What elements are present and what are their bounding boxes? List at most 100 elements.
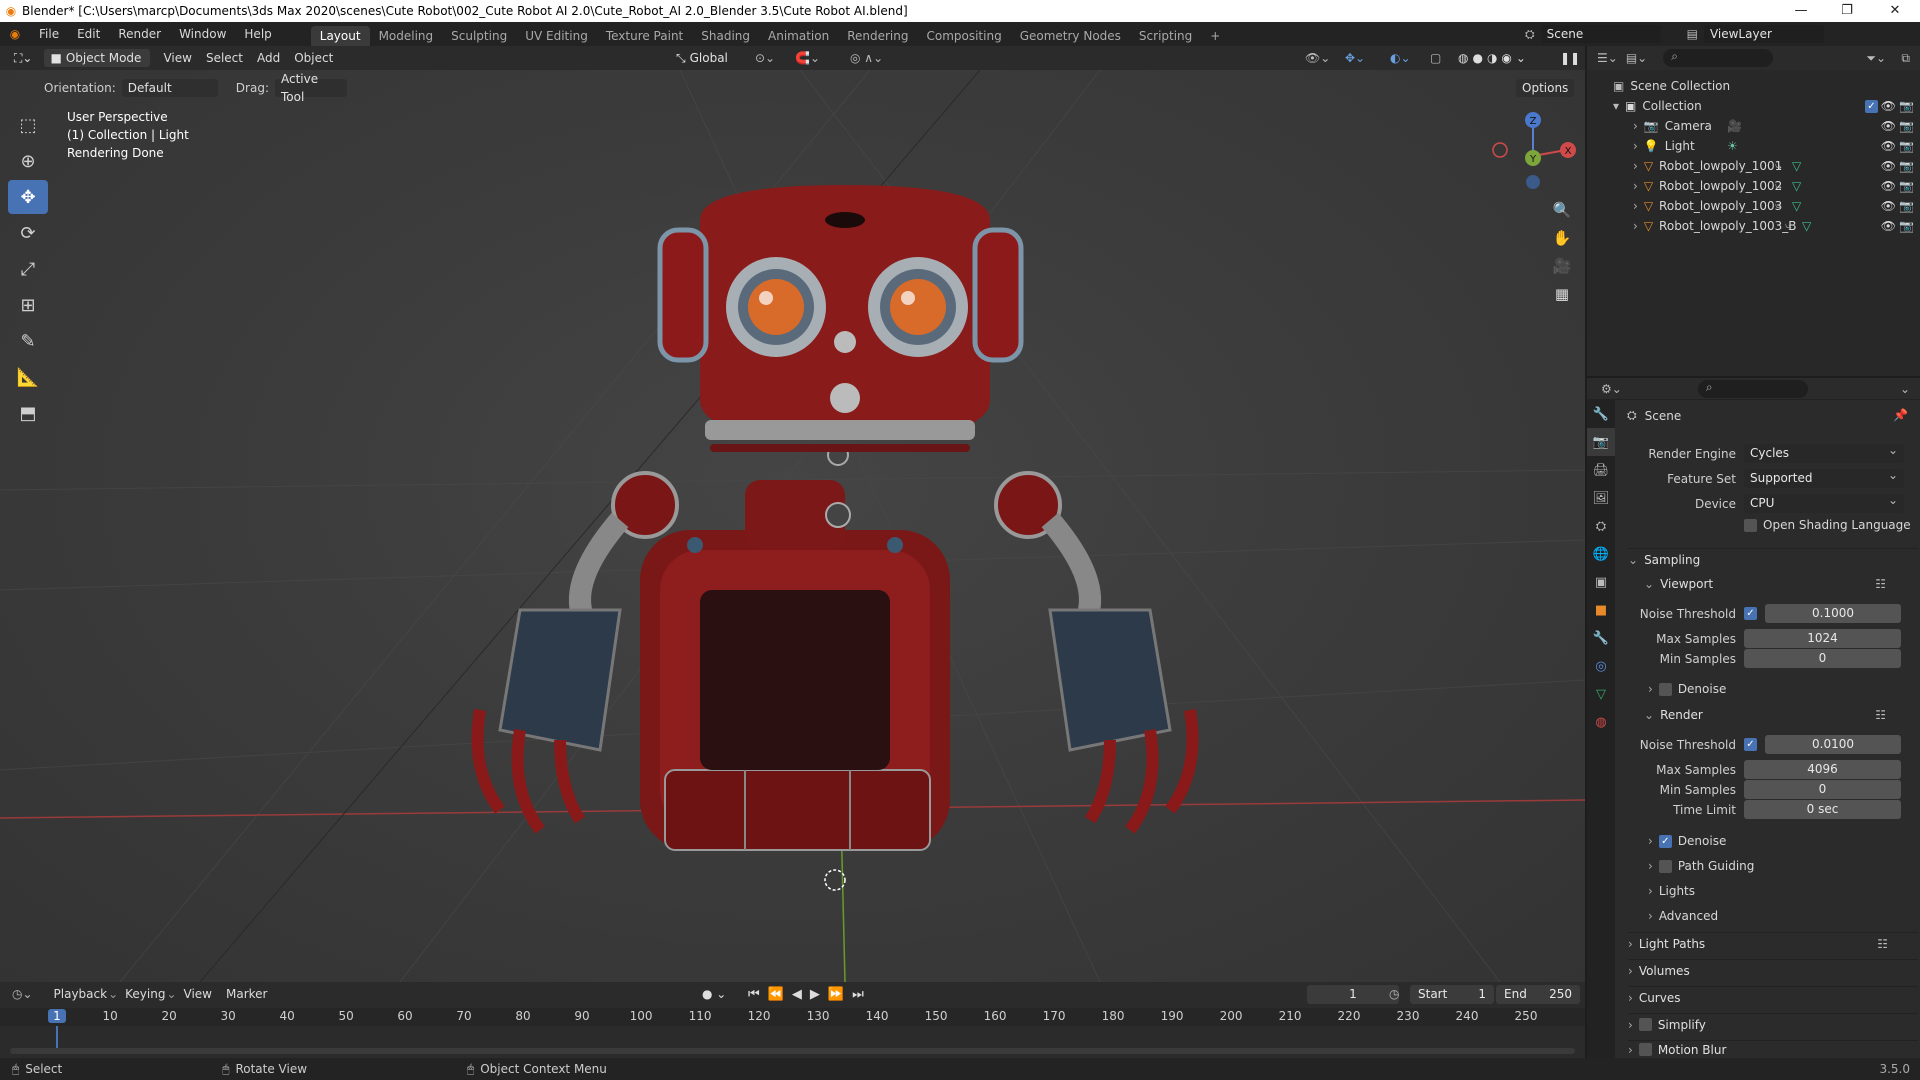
lights-row[interactable]: › Lights: [1648, 884, 1695, 898]
snap-icon[interactable]: 🧲⌄: [795, 51, 820, 65]
expand-arrow-icon[interactable]: ›: [1633, 139, 1638, 153]
material-tab-icon[interactable]: ◍: [1587, 708, 1615, 736]
select-box-icon[interactable]: ⬚: [8, 108, 48, 142]
mesh-data-icon[interactable]: ▽: [1792, 159, 1801, 173]
viewport-min-samples-field[interactable]: 0: [1744, 649, 1901, 668]
playhead-line[interactable]: [56, 1026, 58, 1048]
viewport-denoise-checkbox[interactable]: [1658, 682, 1672, 696]
properties-editor-icon[interactable]: ⚙⌄: [1601, 382, 1622, 396]
menu-add[interactable]: Add: [250, 51, 287, 65]
menu-select[interactable]: Select: [199, 51, 250, 65]
viewport-noise-threshold-checkbox[interactable]: ✓: [1744, 607, 1757, 620]
render-camera-icon[interactable]: 📷: [1899, 139, 1914, 153]
timeline-scrollbar[interactable]: [10, 1048, 1575, 1054]
pan-hand-icon[interactable]: ✋: [1548, 224, 1576, 252]
gizmo-toggle-icon[interactable]: ✥⌄: [1345, 51, 1365, 65]
object-tab-icon[interactable]: ■: [1587, 596, 1615, 624]
motion-blur-checkbox[interactable]: [1638, 1043, 1652, 1056]
camera-data-icon[interactable]: 🎥: [1727, 119, 1742, 133]
viewport-max-samples-field[interactable]: 1024: [1744, 629, 1901, 648]
start-frame-field[interactable]: Start 1: [1410, 984, 1494, 1004]
light-paths-section[interactable]: › Light Paths ☷: [1628, 932, 1918, 954]
render-subsection-header[interactable]: ⌄ Render ☷: [1644, 704, 1916, 726]
outliner-item[interactable]: › ▽ Robot_lowpoly_1001 ⤷ ▽ 👁 📷: [1587, 156, 1920, 176]
world-tab-icon[interactable]: 🌐: [1587, 540, 1615, 568]
viewport-subsection-header[interactable]: ⌄ Viewport ☷: [1644, 573, 1916, 595]
tab-scripting[interactable]: Scripting: [1130, 26, 1201, 46]
camera-view-icon[interactable]: 🎥: [1548, 252, 1576, 280]
playback-controls[interactable]: ⏮⏪◀▶⏩⏭: [748, 987, 872, 1002]
navigation-gizmo[interactable]: Z X Y: [1488, 106, 1578, 196]
clock-icon[interactable]: ◷: [1389, 987, 1399, 1001]
scale-icon[interactable]: ⤢: [8, 252, 48, 286]
visibility-eye-icon[interactable]: 👁: [1881, 179, 1896, 193]
properties-search-icon[interactable]: ⌕: [1697, 379, 1808, 398]
outliner-item[interactable]: › 💡 Light ☀ 👁 📷: [1587, 136, 1920, 156]
pause-render-icon[interactable]: ❚❚: [1560, 51, 1580, 65]
path-guiding-checkbox[interactable]: [1658, 859, 1672, 873]
outliner-item[interactable]: › 📷 Camera 🎥 👁 📷: [1587, 116, 1920, 136]
object-data-tab-icon[interactable]: ▽: [1587, 680, 1615, 708]
render-camera-icon[interactable]: 📷: [1899, 199, 1914, 213]
outliner-editor-icon[interactable]: ☰⌄: [1597, 51, 1618, 65]
tab-geometry-nodes[interactable]: Geometry Nodes: [1011, 26, 1130, 46]
mesh-data-icon[interactable]: ▽: [1802, 219, 1811, 233]
outliner-search-icon[interactable]: ⌕: [1663, 49, 1774, 67]
render-denoise-checkbox[interactable]: ✓: [1658, 834, 1672, 848]
scene-tab-icon[interactable]: ⛭: [1587, 512, 1615, 540]
properties-options-icon[interactable]: ⌄: [1900, 382, 1910, 396]
menu-object[interactable]: Object: [287, 51, 340, 65]
view-layer-tab-icon[interactable]: 🖼: [1587, 484, 1615, 512]
render-max-samples-field[interactable]: 4096: [1744, 760, 1901, 779]
annotate-icon[interactable]: ✎: [8, 324, 48, 358]
render-noise-threshold-checkbox[interactable]: ✓: [1744, 738, 1757, 751]
render-camera-icon[interactable]: 📷: [1899, 119, 1914, 133]
editor-type-icon[interactable]: ⛶⌄: [8, 49, 38, 67]
expand-arrow-icon[interactable]: ›: [1633, 179, 1638, 193]
keying-menu[interactable]: Keying: [118, 987, 172, 1001]
filter-icon[interactable]: ⏷⌄: [1866, 51, 1886, 66]
light-data-icon[interactable]: ☀: [1727, 139, 1738, 153]
tab-texture-paint[interactable]: Texture Paint: [597, 26, 692, 46]
visibility-eye-icon[interactable]: 👁: [1881, 199, 1896, 213]
render-camera-icon[interactable]: 📷: [1899, 99, 1914, 113]
maximize-button[interactable]: ❐: [1824, 0, 1870, 22]
new-collection-icon[interactable]: ⧉: [1901, 51, 1910, 66]
render-camera-icon[interactable]: 📷: [1899, 159, 1914, 173]
perspective-toggle-icon[interactable]: ▦: [1548, 280, 1576, 308]
expand-arrow-icon[interactable]: ▾: [1613, 99, 1619, 113]
visibility-eye-icon[interactable]: 👁: [1881, 99, 1896, 113]
presets-list-icon[interactable]: ☷: [1875, 708, 1886, 722]
pin-icon[interactable]: 📌: [1893, 408, 1908, 422]
render-camera-icon[interactable]: 📷: [1899, 219, 1914, 233]
tool-tab-icon[interactable]: 🔧: [1587, 400, 1615, 428]
expand-arrow-icon[interactable]: ›: [1633, 119, 1638, 133]
viewport-noise-threshold-field[interactable]: 0.1000: [1765, 604, 1901, 623]
visibility-eye-icon[interactable]: 👁: [1881, 119, 1896, 133]
device-dropdown[interactable]: CPU: [1744, 491, 1904, 513]
object-mode-dropdown[interactable]: ■ Object Mode: [44, 49, 151, 67]
move-icon[interactable]: ✥: [8, 180, 48, 214]
end-frame-field[interactable]: End 250: [1496, 984, 1580, 1004]
outliner-scene-collection[interactable]: ▣ Scene Collection: [1587, 76, 1920, 96]
collection-tab-icon[interactable]: ▣: [1587, 568, 1615, 596]
blender-menu-icon[interactable]: ◉: [0, 27, 30, 41]
collection-include-checkbox[interactable]: ✓: [1865, 99, 1878, 113]
outliner-item[interactable]: › ▽ Robot_lowpoly_1003_B ⤷ ▽ 👁 📷: [1587, 216, 1920, 236]
zoom-icon[interactable]: 🔍: [1548, 196, 1576, 224]
proportional-edit-icon[interactable]: ◎ ∧⌄: [850, 51, 883, 65]
modifier-tab-icon[interactable]: 🔧: [1587, 624, 1615, 652]
menu-help[interactable]: Help: [235, 22, 280, 46]
view-layer-selector[interactable]: ViewLayer: [1703, 25, 1824, 43]
timeline-editor-icon[interactable]: ◷⌄: [12, 987, 33, 1001]
tab-sculpting[interactable]: Sculpting: [442, 26, 516, 46]
minimize-button[interactable]: —: [1778, 0, 1824, 22]
tab-shading[interactable]: Shading: [692, 26, 759, 46]
record-icon[interactable]: ● ⌄: [702, 987, 726, 1001]
visibility-eye-icon[interactable]: 👁: [1881, 219, 1896, 233]
scene-selector[interactable]: Scene: [1540, 25, 1661, 43]
menu-view[interactable]: View: [156, 51, 198, 65]
menu-file[interactable]: File: [30, 22, 68, 46]
tab-rendering[interactable]: Rendering: [838, 26, 917, 46]
tab-layout[interactable]: Layout: [310, 26, 370, 46]
